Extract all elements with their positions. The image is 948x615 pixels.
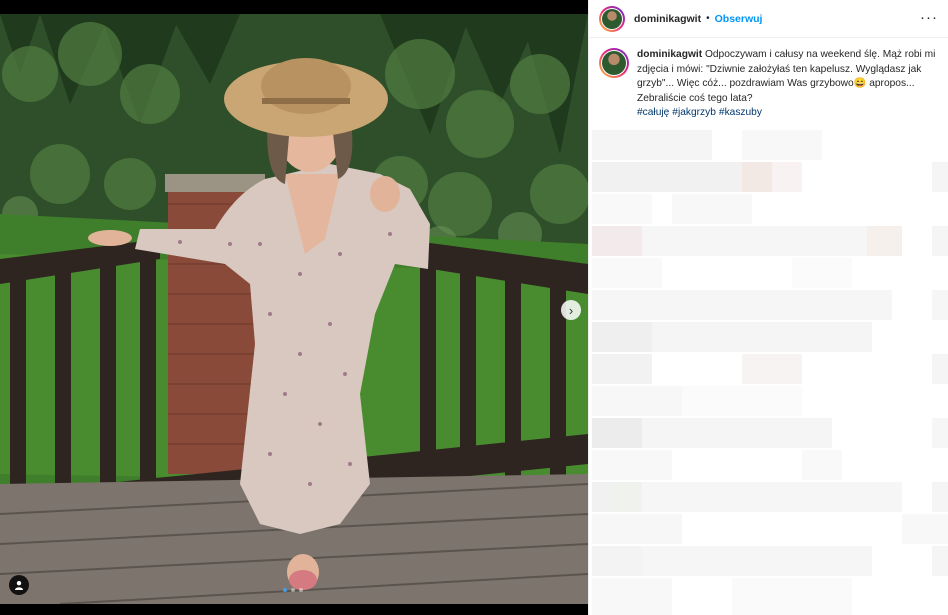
- smile-emoji-icon: 😄: [853, 78, 867, 89]
- author-username[interactable]: dominikagwit: [634, 13, 701, 25]
- chevron-right-icon: ›: [568, 302, 574, 318]
- hashtag-link[interactable]: #kaszuby: [719, 107, 762, 118]
- caption-text-block: dominikagwit Odpoczywam i całusy na week…: [637, 48, 937, 121]
- author-avatar[interactable]: [599, 5, 625, 32]
- caption-username[interactable]: dominikagwit: [637, 49, 702, 60]
- next-photo-button[interactable]: ›: [561, 300, 581, 320]
- header-separator: •: [706, 13, 710, 24]
- carousel-dot: [291, 588, 295, 592]
- carousel-dot: [283, 588, 287, 592]
- more-options-icon[interactable]: ···: [920, 9, 938, 26]
- carousel-indicator: [283, 588, 303, 592]
- hashtag-link[interactable]: #całuję: [637, 107, 669, 118]
- blurred-comments-area: [592, 130, 948, 615]
- post-caption: dominikagwit Odpoczywam i całusy na week…: [599, 48, 939, 121]
- tagged-users-button[interactable]: [9, 575, 29, 595]
- post-photo[interactable]: [0, 14, 588, 604]
- caption-avatar[interactable]: [599, 48, 629, 78]
- hashtag-link[interactable]: #jakgrzyb: [672, 107, 716, 118]
- photo-illustration: [0, 14, 588, 604]
- user-tag-icon: [15, 581, 23, 590]
- follow-button[interactable]: Obserwuj: [715, 13, 763, 25]
- post-header: dominikagwit • Obserwuj ···: [589, 0, 948, 38]
- post-media[interactable]: ›: [0, 0, 588, 615]
- post-sidebar: dominikagwit • Obserwuj ··· dominikagwit…: [588, 0, 948, 615]
- carousel-dot: [299, 588, 303, 592]
